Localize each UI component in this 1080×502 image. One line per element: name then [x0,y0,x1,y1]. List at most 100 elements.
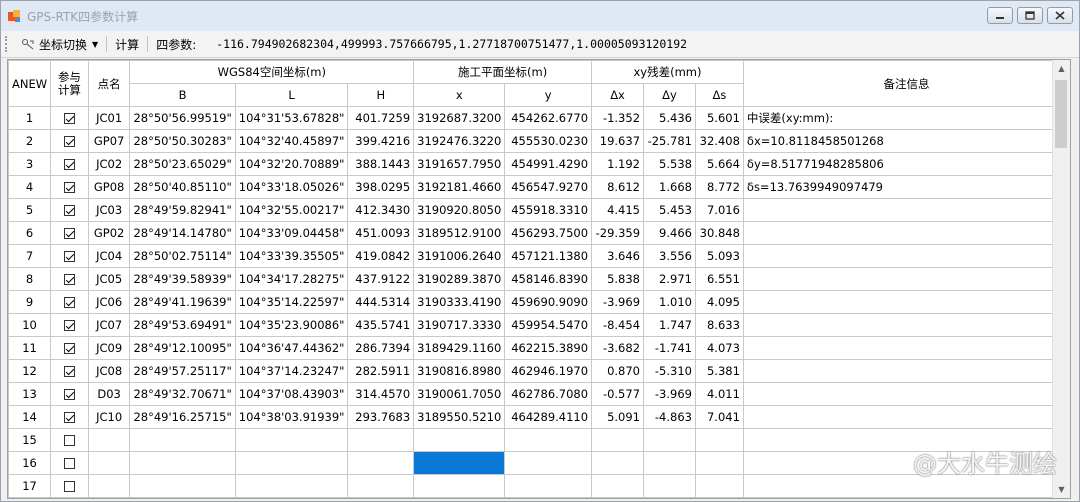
cell-x[interactable] [413,497,506,498]
header-H[interactable]: H [347,83,415,107]
cell-participate[interactable] [50,244,89,268]
cell-y[interactable] [504,428,593,452]
cell-participate[interactable] [50,267,89,291]
cell-B[interactable]: 28°50'56.99519" [129,106,236,130]
cell-remark[interactable] [742,405,1070,429]
participate-checkbox[interactable] [63,481,75,492]
cell-remark[interactable] [742,359,1070,383]
cell-dy[interactable]: 5.453 [643,198,696,222]
participate-checkbox[interactable] [63,389,75,400]
cell-x[interactable]: 3190061.7050 [413,382,506,406]
header-participate[interactable]: 参与计算 [50,60,89,107]
table-row[interactable]: 1 JC01 28°50'56.99519" 104°31'53.67828" 401.… [8,106,1070,130]
cell-ds[interactable] [694,451,744,475]
participate-checkbox[interactable] [63,159,75,170]
cell-participate[interactable] [50,336,89,360]
cell-L[interactable]: 104°36'47.44362" [234,336,349,360]
row-header[interactable]: 11 [8,336,52,360]
cell-ds[interactable]: 5.664 [694,152,744,176]
cell-participate[interactable] [50,497,89,498]
cell-ds[interactable]: 4.095 [694,290,744,314]
cell-B[interactable]: 28°50'40.85110" [129,175,236,199]
participate-checkbox[interactable] [63,458,75,469]
table-row[interactable]: 18 [8,497,1070,498]
row-header[interactable]: 12 [8,359,52,383]
cell-participate[interactable] [50,451,89,475]
scroll-up-icon[interactable]: ▲ [1053,60,1070,77]
cell-dy[interactable]: 9.466 [643,221,696,245]
coord-switch-dropdown[interactable]: 坐标切换 ▼ [17,34,102,54]
cell-participate[interactable] [50,221,89,245]
cell-point-name[interactable]: JC04 [87,244,131,268]
cell-B[interactable]: 28°49'57.25117" [129,359,236,383]
cell-ds[interactable]: 30.848 [694,221,744,245]
table-row[interactable]: 12 JC08 28°49'57.25117" 104°37'14.23247" 282… [8,359,1070,383]
table-row[interactable]: 9 JC06 28°49'41.19639" 104°35'14.22597" 444.… [8,290,1070,314]
cell-B[interactable]: 28°49'41.19639" [129,290,236,314]
cell-H[interactable]: 412.3430 [347,198,415,222]
table-row[interactable]: 3 JC02 28°50'23.65029" 104°32'20.70889" 388.… [8,152,1070,176]
cell-participate[interactable] [50,290,89,314]
cell-dy[interactable]: 2.971 [643,267,696,291]
cell-participate[interactable] [50,152,89,176]
table-row[interactable]: 15 [8,428,1070,452]
cell-ds[interactable]: 32.408 [694,129,744,153]
cell-ds[interactable]: 7.041 [694,405,744,429]
row-header[interactable]: 9 [8,290,52,314]
minimize-button[interactable] [987,7,1013,24]
cell-y[interactable]: 459690.9090 [504,290,593,314]
cell-B[interactable]: 28°50'02.75114" [129,244,236,268]
cell-x[interactable] [413,474,506,498]
cell-ds[interactable] [694,497,744,498]
cell-H[interactable] [347,497,415,498]
cell-dx[interactable]: 5.838 [591,267,645,291]
cell-dx[interactable]: 5.091 [591,405,645,429]
cell-B[interactable]: 28°50'50.30283" [129,129,236,153]
table-row[interactable]: 5 JC03 28°49'59.82941" 104°32'55.00217" 412.… [8,198,1070,222]
header-remarks[interactable]: 备注信息 [742,60,1070,107]
cell-remark[interactable]: δx=10.8118458501268 [742,129,1070,153]
row-header[interactable]: 7 [8,244,52,268]
cell-participate[interactable] [50,198,89,222]
scrollbar-thumb[interactable] [1055,80,1067,148]
table-row[interactable]: 13 D03 28°49'32.70671" 104°37'08.43903" 314.… [8,382,1070,406]
cell-L[interactable]: 104°32'55.00217" [234,198,349,222]
cell-H[interactable]: 398.0295 [347,175,415,199]
cell-dy[interactable]: 1.747 [643,313,696,337]
cell-point-name[interactable]: JC06 [87,290,131,314]
cell-dx[interactable]: 19.637 [591,129,645,153]
cell-participate[interactable] [50,313,89,337]
row-header[interactable]: 17 [8,474,52,498]
cell-remark[interactable] [742,497,1070,498]
cell-L[interactable]: 104°38'03.91939" [234,405,349,429]
cell-x[interactable] [413,428,506,452]
cell-ds[interactable] [694,428,744,452]
cell-B[interactable]: 28°50'23.65029" [129,152,236,176]
row-header[interactable]: 5 [8,198,52,222]
cell-L[interactable]: 104°32'40.45897" [234,129,349,153]
cell-dx[interactable]: -8.454 [591,313,645,337]
row-header[interactable]: 2 [8,129,52,153]
cell-x[interactable]: 3189550.5210 [413,405,506,429]
cell-L[interactable]: 104°34'17.28275" [234,267,349,291]
header-ds[interactable]: Δs [694,83,744,107]
cell-participate[interactable] [50,175,89,199]
cell-ds[interactable]: 5.601 [694,106,744,130]
cell-x[interactable]: 3189512.9100 [413,221,506,245]
row-header[interactable]: 1 [8,106,52,130]
cell-point-name[interactable]: JC05 [87,267,131,291]
participate-checkbox[interactable] [63,205,75,216]
cell-y[interactable]: 462786.7080 [504,382,593,406]
cell-dy[interactable] [643,428,696,452]
cell-x[interactable]: 3190816.8980 [413,359,506,383]
cell-H[interactable]: 435.5741 [347,313,415,337]
cell-L[interactable]: 104°37'14.23247" [234,359,349,383]
cell-point-name[interactable]: JC02 [87,152,131,176]
cell-point-name[interactable] [87,428,131,452]
cell-dy[interactable]: -3.969 [643,382,696,406]
vertical-scrollbar[interactable]: ▲ ▼ [1052,60,1070,498]
cell-ds[interactable]: 7.016 [694,198,744,222]
participate-checkbox[interactable] [63,113,75,124]
cell-L[interactable] [234,497,349,498]
cell-B[interactable]: 28°49'14.14780" [129,221,236,245]
